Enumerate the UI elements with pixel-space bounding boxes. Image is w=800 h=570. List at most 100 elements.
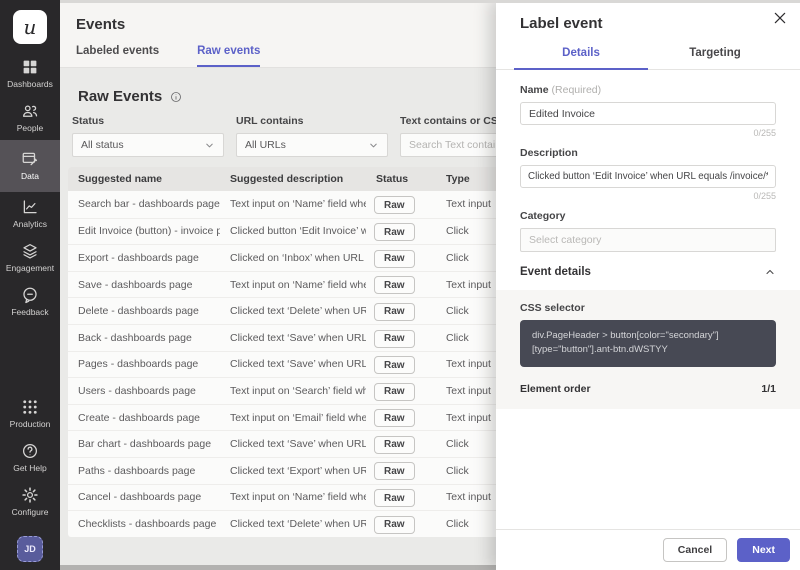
- close-icon[interactable]: [770, 8, 790, 28]
- app-root: u Dashboards People Data Analytics Engagemen…: [0, 0, 800, 570]
- panel-tab-details[interactable]: Details: [514, 40, 648, 70]
- cell-suggested-description: Clicked text ‘Delete’ when URL e…: [220, 305, 366, 317]
- cell-suggested-name: Edit Invoice (button) - invoice page: [68, 225, 220, 237]
- sidebar-item-label: Get Help: [13, 463, 47, 473]
- cell-suggested-name: Users - dashboards page: [68, 385, 220, 397]
- selected-value: All status: [81, 139, 124, 151]
- sidebar-item-production[interactable]: Production: [0, 392, 60, 436]
- sidebar-item-data[interactable]: Data: [0, 140, 60, 192]
- configure-icon: [21, 486, 39, 504]
- people-icon: [21, 102, 39, 120]
- analytics-icon: [21, 198, 39, 216]
- status-badge[interactable]: Raw: [374, 489, 415, 507]
- cell-suggested-description: Clicked text ‘Export’ when URL e…: [220, 465, 366, 477]
- status-badge[interactable]: Raw: [374, 436, 415, 454]
- sidebar-item-label: Production: [10, 419, 51, 429]
- cell-suggested-name: Export - dashboards page: [68, 252, 220, 264]
- event-details-toggle[interactable]: Event details: [520, 266, 776, 290]
- next-button[interactable]: Next: [737, 538, 790, 562]
- chevron-down-icon: [368, 140, 379, 151]
- help-icon: [21, 442, 39, 460]
- cell-suggested-description: Clicked on ‘Inbox’ when URL eq…: [220, 252, 366, 264]
- status-badge[interactable]: Raw: [374, 223, 415, 241]
- cell-suggested-description: Text input on ‘Name’ field when…: [220, 198, 366, 210]
- filter-label: URL contains: [236, 115, 388, 127]
- column-header-suggested-name: Suggested name: [68, 173, 220, 185]
- window-top-edge: [60, 0, 800, 3]
- description-label: Description: [520, 147, 578, 159]
- sidebar-item-label: Analytics: [13, 219, 47, 229]
- chevron-down-icon: [204, 140, 215, 151]
- sidebar-item-label: Dashboards: [7, 79, 53, 89]
- sidebar-item-people[interactable]: People: [0, 96, 60, 140]
- panel-footer: Cancel Next: [496, 529, 800, 570]
- tab-raw-events[interactable]: Raw events: [197, 45, 260, 67]
- dashboards-icon: [21, 58, 39, 76]
- description-input[interactable]: [520, 165, 776, 188]
- sidebar-item-dashboards[interactable]: Dashboards: [0, 52, 60, 96]
- cell-suggested-name: Pages - dashboards page: [68, 358, 220, 370]
- cell-suggested-description: Text input on ‘Name’ field when…: [220, 279, 366, 291]
- status-badge[interactable]: Raw: [374, 462, 415, 480]
- data-icon: [21, 150, 39, 168]
- status-select[interactable]: All status: [72, 133, 224, 157]
- sidebar-item-label: Feedback: [11, 307, 48, 317]
- status-badge[interactable]: Raw: [374, 303, 415, 321]
- cell-suggested-name: Cancel - dashboards page: [68, 491, 220, 503]
- category-label: Category: [520, 210, 566, 222]
- css-selector-label: CSS selector: [520, 302, 585, 314]
- filter-label: Status: [72, 115, 224, 127]
- cell-suggested-description: Clicked button ‘Edit Invoice’ whe…: [220, 225, 366, 237]
- tab-labeled-events[interactable]: Labeled events: [76, 45, 159, 67]
- event-details-section: CSS selector div.PageHeader > button[col…: [496, 290, 800, 409]
- sidebar-bottom-nav: Production Get Help Configure: [0, 392, 60, 524]
- sidebar-item-label: Engagement: [6, 263, 54, 273]
- page-tabs: Labeled events Raw events: [76, 45, 260, 67]
- sidebar-item-get-help[interactable]: Get Help: [0, 436, 60, 480]
- panel-body: Name (Required) 0/255 Description 0/255 …: [496, 70, 800, 529]
- sidebar-item-feedback[interactable]: Feedback: [0, 280, 60, 324]
- status-badge[interactable]: Raw: [374, 196, 415, 214]
- status-badge[interactable]: Raw: [374, 516, 415, 534]
- cell-suggested-description: Clicked text ‘Delete’ when URL e…: [220, 518, 366, 530]
- engagement-icon: [21, 242, 39, 260]
- sidebar-item-configure[interactable]: Configure: [0, 480, 60, 524]
- category-placeholder: Select category: [529, 234, 601, 246]
- selected-value: All URLs: [245, 139, 286, 151]
- sidebar-item-label: People: [17, 123, 43, 133]
- filter-url-contains: URL contains All URLs: [236, 115, 388, 157]
- section-title: Raw Events: [78, 88, 162, 105]
- name-label: Name: [520, 84, 549, 96]
- status-badge[interactable]: Raw: [374, 276, 415, 294]
- sidebar-nav: Dashboards People Data Analytics Engagement F…: [0, 52, 60, 324]
- cancel-button[interactable]: Cancel: [663, 538, 727, 562]
- url-contains-select[interactable]: All URLs: [236, 133, 388, 157]
- name-char-counter: 0/255: [520, 128, 776, 138]
- info-icon[interactable]: [170, 91, 182, 103]
- logo-glyph: u: [24, 15, 37, 39]
- status-badge[interactable]: Raw: [374, 250, 415, 268]
- label-event-panel: Label event DetailsTargeting Name (Requi…: [496, 0, 800, 570]
- status-badge[interactable]: Raw: [374, 330, 415, 348]
- category-select[interactable]: Select category: [520, 228, 776, 252]
- sidebar-item-label: Configure: [12, 507, 49, 517]
- status-badge[interactable]: Raw: [374, 356, 415, 374]
- cell-suggested-name: Create - dashboards page: [68, 412, 220, 424]
- status-badge[interactable]: Raw: [374, 383, 415, 401]
- user-avatar[interactable]: JD: [17, 536, 43, 562]
- cell-suggested-description: Text input on ‘Search’ field whe…: [220, 385, 366, 397]
- element-order-label: Element order: [520, 383, 591, 395]
- sidebar-item-analytics[interactable]: Analytics: [0, 192, 60, 236]
- cell-suggested-name: Search bar - dashboards page: [68, 198, 220, 210]
- cell-suggested-description: Clicked text ‘Save’ when URL eq…: [220, 358, 366, 370]
- status-badge[interactable]: Raw: [374, 409, 415, 427]
- panel-tab-targeting[interactable]: Targeting: [648, 40, 782, 70]
- sidebar-item-label: Data: [21, 171, 39, 181]
- app-logo[interactable]: u: [13, 10, 47, 44]
- column-header-status: Status: [366, 173, 436, 185]
- cell-suggested-name: Checklists - dashboards page: [68, 518, 220, 530]
- cell-suggested-description: Clicked text ‘Save’ when URL eq…: [220, 332, 366, 344]
- column-header-suggested-description: Suggested description: [220, 173, 366, 185]
- sidebar-item-engagement[interactable]: Engagement: [0, 236, 60, 280]
- name-input[interactable]: [520, 102, 776, 125]
